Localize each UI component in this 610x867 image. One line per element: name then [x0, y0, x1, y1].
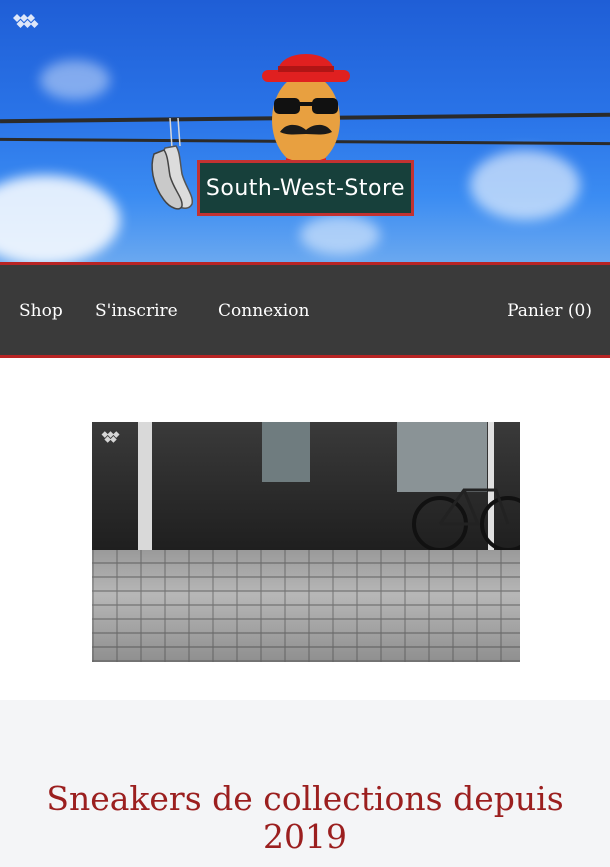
cloud	[0, 175, 120, 262]
nav-item-login[interactable]: Connexion	[218, 301, 309, 321]
street-pavement-photo	[92, 422, 520, 662]
cloud	[470, 150, 580, 220]
mustache-man-with-hat-icon	[262, 54, 350, 172]
cart-link[interactable]: Panier (0)	[507, 301, 592, 321]
nav-item-shop[interactable]: Shop	[19, 301, 63, 321]
cloud	[40, 60, 110, 100]
page-headline: Sneakers de collections depuis 2019	[46, 779, 564, 856]
diamond-cluster-icon[interactable]	[10, 10, 44, 32]
hero-banner: South-West-Store	[0, 0, 610, 262]
nav-item-signup[interactable]: S'inscrire	[95, 301, 178, 321]
diamond-cluster-icon	[101, 431, 120, 443]
cloud	[300, 215, 380, 255]
brick-pattern	[92, 550, 520, 662]
bicycle-icon	[412, 488, 520, 552]
main-nav: Shop S'inscrire Connexion Panier (0)	[0, 262, 610, 358]
store-name-sign[interactable]: South-West-Store	[197, 160, 414, 216]
